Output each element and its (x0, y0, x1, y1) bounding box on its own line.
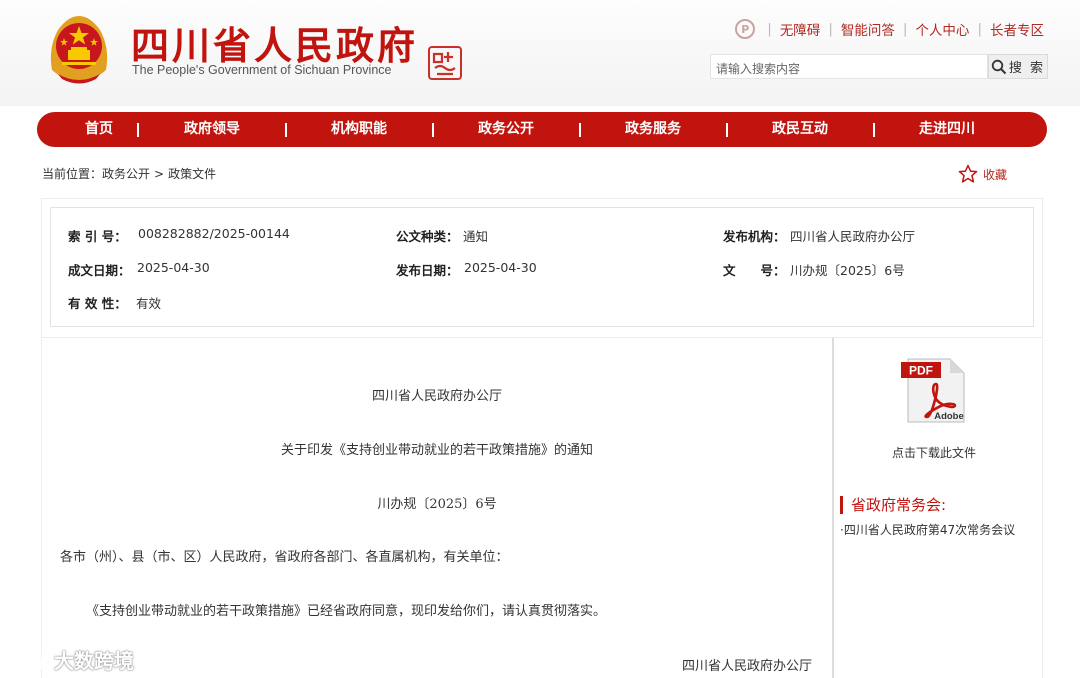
link-separator: | (767, 21, 772, 37)
link-smart-qa[interactable]: 智能问答 (841, 19, 895, 39)
document-title: 关于印发《支持创业带动就业的若干政策措施》的通知 (280, 443, 594, 458)
validity-value: 有效 (136, 296, 162, 311)
search-button[interactable]: 搜 索 (988, 54, 1048, 79)
svg-text:Adobe: Adobe (934, 411, 964, 422)
issuer-value: 四川省人民政府办公厅 (790, 229, 916, 244)
seal-logo-icon (428, 46, 462, 80)
top-links: P | 无障碍 | 智能问答 | 个人中心 | 长者专区 (735, 19, 1044, 39)
written-date-value: 2025-04-30 (137, 260, 210, 275)
breadcrumb: 当前位置：政务公开 > 政策文件 (42, 165, 216, 182)
publish-date-label: 发布日期： (396, 263, 459, 278)
link-accessibility[interactable]: 无障碍 (780, 19, 821, 39)
document-body: 《支持创业带动就业的若干政策措施》已经省政府同意，现印发给你们，请认真贯彻落实。 (86, 604, 607, 619)
search-icon (991, 59, 1007, 74)
national-emblem-icon (50, 16, 108, 84)
breadcrumb-prefix: 当前位置： (42, 167, 103, 181)
svg-text:PDF: PDF (909, 364, 933, 378)
search-input[interactable]: 请输入搜索内容 (710, 54, 988, 79)
document-signature: 四川省人民政府办公厅 (682, 659, 813, 674)
link-separator: | (902, 21, 908, 37)
content-divider (832, 338, 834, 678)
nav-item-institutions[interactable]: 机构职能 (331, 112, 387, 147)
watermark-text: 大数跨境 (54, 649, 134, 673)
sidebar-heading-meeting: 省政府常务会: (840, 496, 946, 514)
app-icon[interactable]: P (735, 19, 756, 39)
watermark-logo-icon (9, 648, 50, 670)
validity-label: 有 效 性： (68, 296, 127, 311)
breadcrumb-separator: > (154, 167, 165, 181)
pdf-file-icon[interactable]: PDF Adobe (900, 356, 968, 424)
doc-number-value: 川办规〔2025〕6号 (790, 263, 905, 278)
doc-type-value: 通知 (463, 229, 489, 244)
watermark: 大数跨境 (8, 645, 134, 674)
favorite-label: 收藏 (983, 167, 1008, 182)
sidebar-item-meeting[interactable]: ·四川省人民政府第47次常务会议 (840, 521, 1015, 538)
breadcrumb-item-gov-affairs[interactable]: 政务公开 (102, 167, 150, 181)
nav-item-gov-affairs[interactable]: 政务公开 (478, 112, 534, 147)
document-salutation: 各市（州）、县（市、区）人民政府，省政府各部门、各直属机构，有关单位： (60, 550, 509, 565)
link-personal-center[interactable]: 个人中心 (915, 19, 969, 39)
star-icon (958, 164, 978, 183)
doc-number-label: 文 号： (723, 263, 786, 278)
main-nav: 首页 政府领导 机构职能 政务公开 政务服务 政民互动 走进四川 (37, 112, 1047, 147)
nav-separator (432, 123, 434, 137)
download-file-link[interactable]: 点击下载此文件 (892, 444, 976, 461)
link-separator: | (977, 21, 982, 37)
nav-item-interaction[interactable]: 政民互动 (772, 112, 828, 147)
link-elderly-zone[interactable]: 长者专区 (990, 19, 1044, 39)
site-title[interactable]: 四川省人民政府 (131, 15, 418, 70)
nav-separator (579, 123, 581, 137)
favorite-button[interactable]: 收藏 (958, 164, 1007, 184)
doc-type-label: 公文种类： (396, 229, 459, 244)
nav-separator (285, 123, 287, 137)
nav-item-home[interactable]: 首页 (85, 112, 113, 147)
nav-separator (137, 123, 139, 137)
issuer-label: 发布机构： (723, 229, 786, 244)
search-button-label: 搜 索 (1008, 61, 1046, 76)
nav-item-services[interactable]: 政务服务 (625, 112, 681, 147)
index-number-label: 索 引 号： (68, 229, 127, 244)
breadcrumb-item-policy-docs[interactable]: 政策文件 (168, 167, 216, 181)
index-number-value: 008282882/2025-00144 (138, 226, 290, 241)
nav-separator (726, 123, 728, 137)
document-number: 川办规〔2025〕6号 (377, 497, 497, 512)
nav-item-leaders[interactable]: 政府领导 (184, 112, 240, 147)
site-subtitle: The People's Government of Sichuan Provi… (132, 63, 392, 77)
link-separator: | (828, 21, 833, 37)
document-issuer: 四川省人民政府办公厅 (371, 389, 503, 404)
publish-date-value: 2025-04-30 (464, 260, 537, 275)
nav-separator (873, 123, 875, 137)
written-date-label: 成文日期： (68, 263, 131, 278)
nav-item-sichuan[interactable]: 走进四川 (919, 112, 975, 147)
